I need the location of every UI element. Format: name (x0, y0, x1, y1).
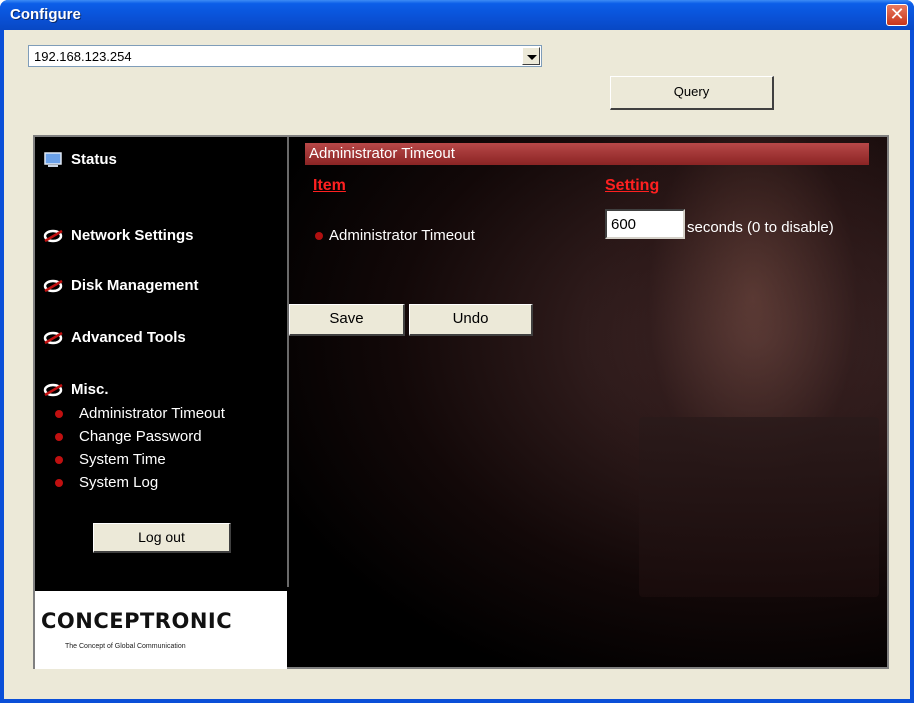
sub-item-label: Change Password (79, 428, 202, 445)
ring-icon (43, 331, 63, 344)
ring-icon (43, 229, 63, 242)
window-title: Configure (10, 6, 81, 23)
bullet-icon (55, 455, 63, 464)
sidebar-item-network-settings[interactable]: Network Settings (43, 227, 194, 244)
sidebar-item-label: Network Settings (71, 227, 194, 244)
monitor-icon (44, 151, 62, 167)
ring-icon (43, 279, 63, 292)
bullet-icon (55, 409, 63, 418)
bullet-icon (315, 231, 323, 240)
sub-item-change-password[interactable]: Change Password (55, 428, 202, 445)
logo-tagline: The Concept of Global Communication (65, 643, 186, 650)
main-panel: Status Network Settings Disk Management (33, 135, 889, 669)
title-bar: Configure ✕ (0, 0, 914, 30)
bullet-icon (55, 478, 63, 487)
ring-icon (43, 383, 63, 396)
sidebar-item-label: Misc. (71, 381, 109, 398)
sidebar-item-misc[interactable]: Misc. (43, 381, 109, 398)
sub-item-system-log[interactable]: System Log (55, 474, 158, 491)
sidebar-item-disk-management[interactable]: Disk Management (43, 277, 199, 294)
setting-row-label: Administrator Timeout (315, 227, 475, 244)
sidebar-item-label: Status (71, 151, 117, 168)
sub-item-system-time[interactable]: System Time (55, 451, 166, 468)
close-button[interactable]: ✕ (886, 4, 908, 26)
background-photo-laptop (639, 417, 879, 597)
chevron-down-icon[interactable] (522, 47, 540, 65)
logout-button[interactable]: Log out (93, 523, 231, 553)
logo-text: CONCEPTRONIC (41, 609, 233, 633)
sidebar: Status Network Settings Disk Management (35, 137, 287, 669)
sidebar-item-advanced-tools[interactable]: Advanced Tools (43, 329, 186, 346)
content-area: Administrator Timeout Item Setting Admin… (289, 137, 887, 667)
section-header: Administrator Timeout (305, 143, 869, 165)
sidebar-item-label: Advanced Tools (71, 329, 186, 346)
sub-item-label: System Time (79, 451, 166, 468)
sidebar-item-status[interactable]: Status (43, 151, 117, 168)
timeout-input[interactable] (605, 209, 685, 239)
address-value: 192.168.123.254 (34, 49, 132, 64)
query-button[interactable]: Query (610, 76, 774, 110)
undo-button[interactable]: Undo (409, 304, 533, 336)
bullet-icon (55, 432, 63, 441)
sub-item-label: Administrator Timeout (79, 405, 225, 422)
sub-item-administrator-timeout[interactable]: Administrator Timeout (55, 405, 225, 422)
setting-label-text: Administrator Timeout (329, 227, 475, 244)
column-header-setting: Setting (605, 177, 660, 194)
address-combobox[interactable]: 192.168.123.254 (28, 45, 542, 67)
sub-item-label: System Log (79, 474, 159, 491)
configure-window: Configure ✕ 192.168.123.254 Query Status… (0, 0, 914, 703)
column-header-item: Item (313, 177, 346, 194)
save-button[interactable]: Save (289, 304, 405, 336)
brand-logo: CONCEPTRONIC The Concept of Global Commu… (35, 591, 287, 669)
sidebar-item-label: Disk Management (71, 277, 199, 294)
